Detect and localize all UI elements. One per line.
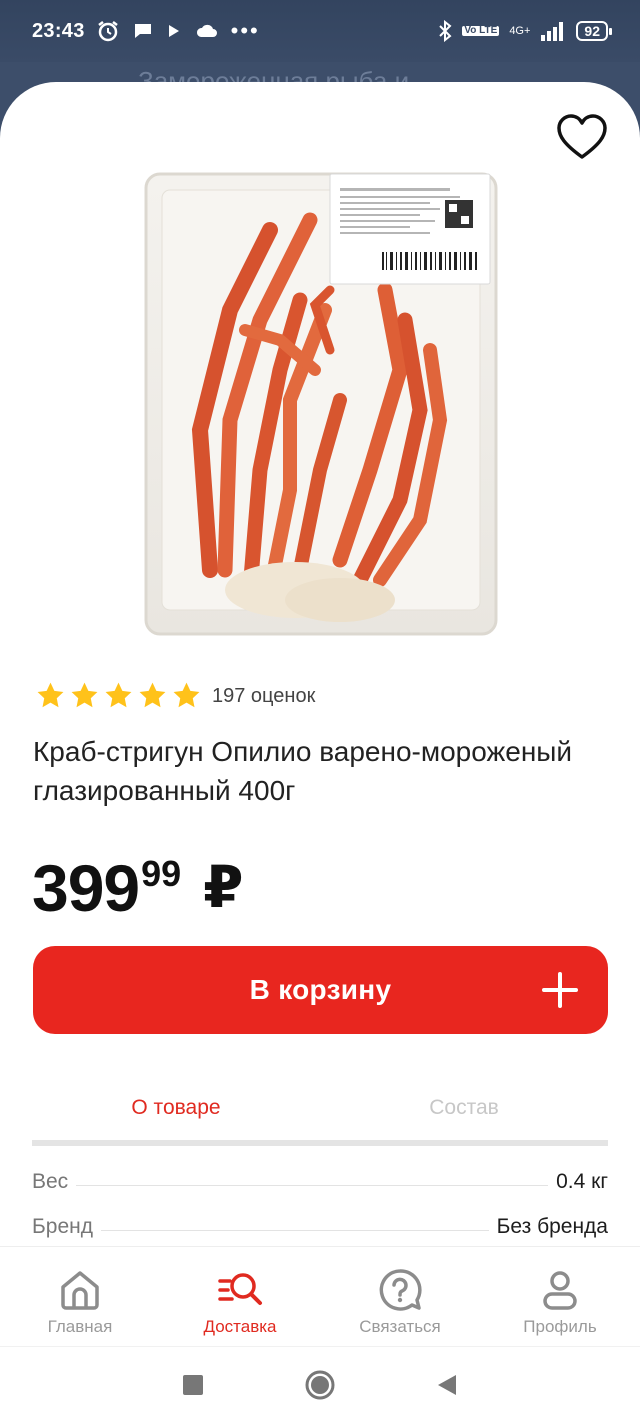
add-to-cart-button[interactable]: В корзину	[33, 946, 608, 1034]
status-system: Vo LTE 4G+ 92	[438, 20, 612, 42]
spec-value: 0.4 кг	[556, 1170, 608, 1193]
spec-dots	[76, 1185, 549, 1186]
spec-row-brand: Бренд Без бренда	[32, 1199, 608, 1239]
rating[interactable]: 197 оценок	[34, 680, 315, 712]
bottom-navigation: Главная Доставка Связаться Профиль	[0, 1246, 640, 1346]
nav-label: Доставка	[203, 1317, 277, 1336]
profile-icon	[543, 1271, 577, 1310]
network-type: 4G+	[509, 25, 531, 37]
delivery-search-icon	[218, 1273, 262, 1305]
nav-label: Главная	[47, 1317, 113, 1336]
spec-row-weight: Вес 0.4 кг	[32, 1154, 608, 1194]
status-time: 23:43	[32, 19, 85, 42]
bluetooth-icon	[439, 20, 452, 42]
nav-item-delivery[interactable]: Доставка	[160, 1247, 320, 1346]
nav-item-home[interactable]: Главная	[0, 1247, 160, 1346]
nav-label: Связаться	[359, 1317, 441, 1336]
star-icon	[71, 682, 98, 708]
add-to-cart-label: В корзину	[249, 974, 392, 1005]
nav-item-contact[interactable]: Связаться	[320, 1247, 480, 1346]
alarm-icon	[97, 21, 118, 42]
home-circle-icon[interactable]	[304, 1369, 336, 1401]
price-rubles: 399	[32, 851, 140, 925]
plus-icon	[542, 972, 578, 1008]
play-icon	[168, 25, 179, 37]
product-tabs: О товаре Состав	[32, 1086, 608, 1146]
favorite-heart-icon[interactable]	[556, 112, 608, 164]
chat-icon	[134, 24, 151, 38]
tab-composition[interactable]: Состав	[320, 1086, 608, 1140]
star-icon	[173, 682, 200, 708]
system-navigation-bar	[0, 1346, 640, 1423]
product-price: 399 99 ₽	[32, 850, 244, 926]
back-icon[interactable]	[436, 1373, 458, 1397]
spec-key: Бренд	[32, 1215, 93, 1238]
cloud-icon	[196, 24, 217, 37]
rating-count: 197 оценок	[212, 684, 316, 707]
battery-icon: 92	[576, 21, 612, 41]
recent-apps-icon[interactable]	[182, 1374, 204, 1396]
signal-icon	[541, 22, 564, 41]
price-currency: ₽	[203, 855, 244, 920]
product-sheet: 197 оценок Краб-стригун Опилио варено-мо…	[0, 82, 640, 1246]
star-icon	[105, 682, 132, 708]
nav-label: Профиль	[523, 1317, 597, 1336]
spec-value: Без бренда	[496, 1215, 608, 1238]
product-image[interactable]	[140, 170, 500, 640]
home-icon	[61, 1271, 99, 1310]
help-icon	[379, 1269, 422, 1311]
status-bar: 23:43 ••• Vo LTE 4G+ 92	[0, 0, 640, 62]
product-title: Краб-стригун Опилио варено-мороженый гла…	[33, 736, 573, 806]
spec-key: Вес	[32, 1170, 69, 1193]
star-icon	[37, 682, 64, 708]
tab-about[interactable]: О товаре	[32, 1086, 320, 1140]
spec-dots	[101, 1230, 489, 1231]
nav-item-profile[interactable]: Профиль	[480, 1247, 640, 1346]
more-notifications-icon: •••	[230, 18, 260, 43]
star-icon	[139, 682, 166, 708]
volte-icon: Vo LTE	[462, 25, 500, 36]
status-notifications: •••	[97, 18, 260, 44]
price-kopecks: 99	[141, 853, 182, 894]
